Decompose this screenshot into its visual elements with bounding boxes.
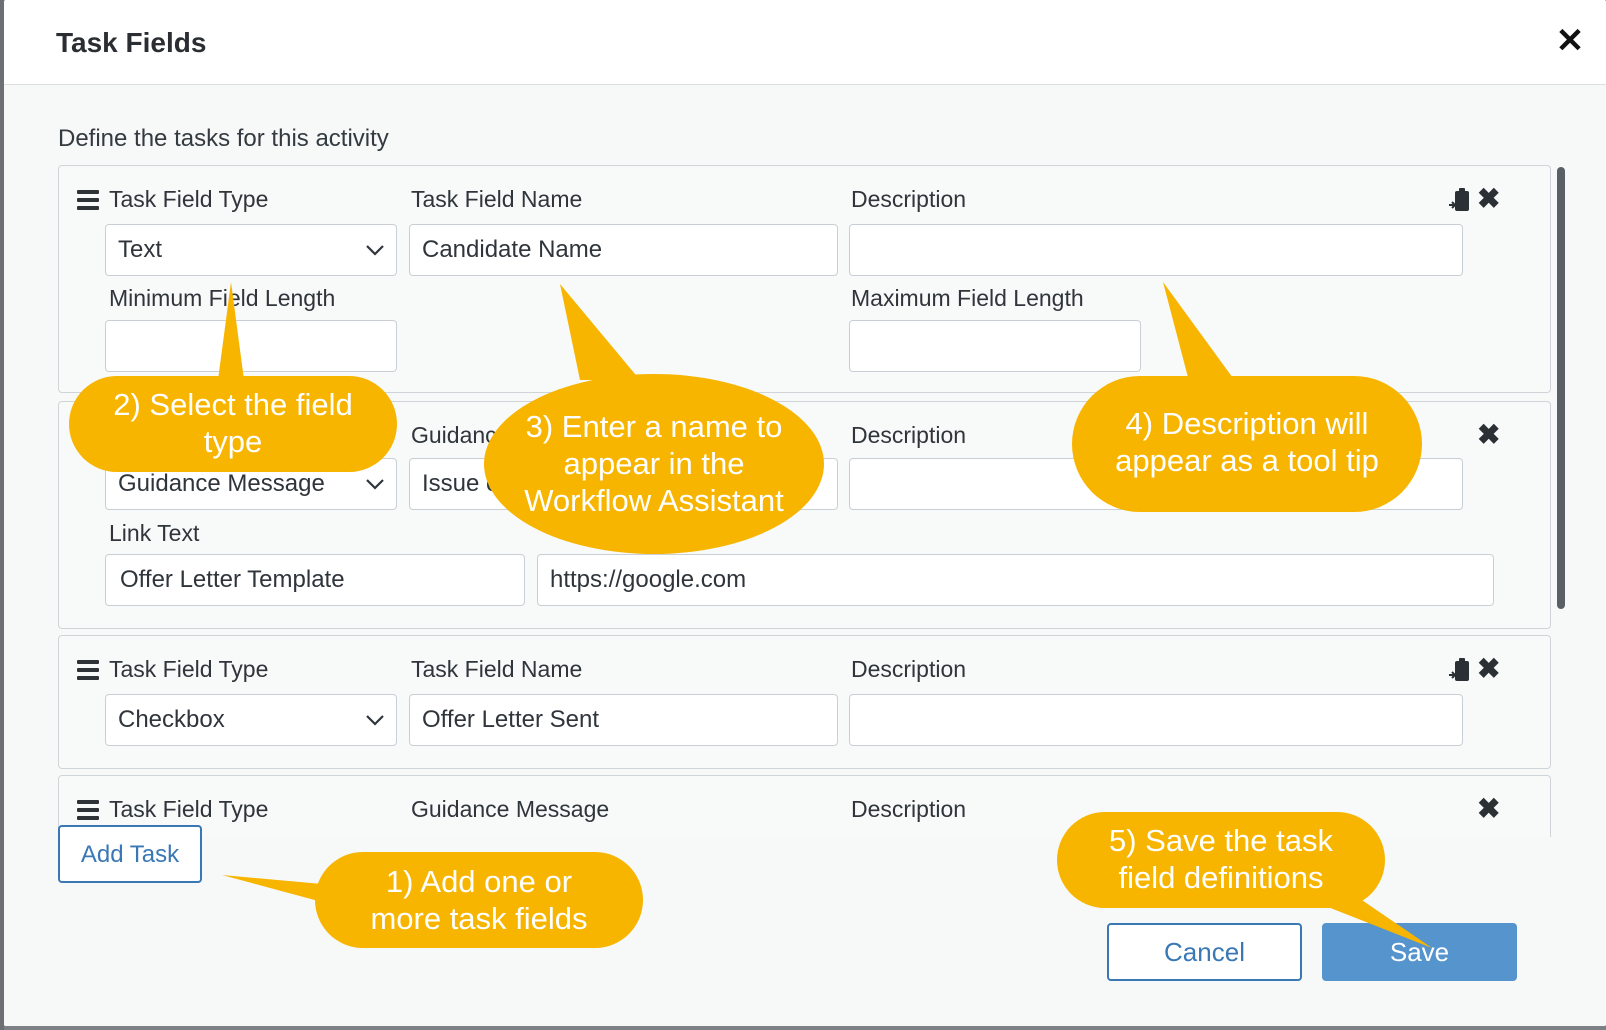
drag-handle-icon[interactable] (77, 190, 99, 210)
delete-x-icon[interactable]: ✖ (1477, 185, 1500, 213)
task-field-type-label: Task Field Type (109, 656, 269, 682)
callout-5-text: 5) Save the task field definitions (1108, 823, 1333, 895)
cancel-button[interactable]: Cancel (1107, 923, 1302, 981)
clipboard-copy-icon[interactable] (1448, 658, 1472, 684)
delete-x-icon[interactable]: ✖ (1477, 795, 1500, 823)
link-text-label: Link Text (109, 520, 200, 546)
chevron-down-icon (366, 245, 384, 256)
task-field-name-input[interactable]: Candidate Name (409, 224, 838, 276)
callout-3-text: 3) Enter a name to appear in the Workflo… (524, 409, 784, 518)
guidance-message-label: Guidance Message (411, 796, 610, 822)
description-label: Description (851, 796, 967, 822)
description-input[interactable] (849, 224, 1463, 276)
max-length-label: Maximum Field Length (851, 285, 1084, 311)
dialog-title: Task Fields (56, 27, 207, 58)
task-card: Task Field Type Task Field Name Descript… (58, 635, 1551, 769)
add-task-button[interactable]: Add Task (58, 825, 202, 883)
clipboard-copy-icon[interactable] (1448, 188, 1472, 214)
task-field-type-label: Task Field Type (109, 796, 269, 822)
chevron-down-icon (366, 715, 384, 726)
delete-x-icon[interactable]: ✖ (1477, 655, 1500, 683)
select-value: Text (118, 236, 163, 263)
task-card: Task Field Type Task Field Name Descript… (58, 165, 1551, 393)
callout-1-text: 1) Add one or more task fields (370, 864, 588, 936)
callout-4-text: 4) Description will appear as a tool tip (1115, 406, 1379, 478)
select-value: Checkbox (118, 706, 225, 733)
task-field-type-select[interactable]: Checkbox (105, 694, 397, 746)
save-button[interactable]: Save (1322, 923, 1517, 981)
task-field-name-label: Task Field Name (411, 656, 583, 682)
delete-x-icon[interactable]: ✖ (1477, 421, 1500, 449)
task-field-name-input[interactable]: Offer Letter Sent (409, 694, 838, 746)
task-field-name-label: Task Field Name (411, 186, 583, 212)
select-value: Guidance Message (118, 470, 325, 497)
description-input[interactable] (849, 694, 1463, 746)
max-length-input[interactable] (849, 320, 1141, 372)
dialog-header: Task Fields ✕ (4, 0, 1606, 85)
description-label: Description (851, 186, 967, 212)
description-label: Description (851, 656, 967, 682)
task-field-type-select[interactable]: Guidance Message (105, 458, 397, 510)
chevron-down-icon (366, 479, 384, 490)
min-length-label: Minimum Field Length (109, 285, 336, 311)
link-text-input[interactable]: Offer Letter Template (105, 554, 525, 606)
close-icon[interactable]: ✕ (1555, 24, 1585, 58)
task-field-type-label: Task Field Type (109, 186, 269, 212)
min-length-input[interactable] (105, 320, 397, 372)
callout-2-text: 2) Select the field type (113, 387, 353, 459)
intro-text: Define the tasks for this activity (58, 125, 389, 152)
task-field-type-select[interactable]: Text (105, 224, 397, 276)
description-label: Description (851, 422, 967, 448)
scrollbar[interactable] (1557, 167, 1565, 609)
drag-handle-icon[interactable] (77, 800, 99, 820)
drag-handle-icon[interactable] (77, 660, 99, 680)
link-url-input[interactable]: https://google.com (537, 554, 1494, 606)
